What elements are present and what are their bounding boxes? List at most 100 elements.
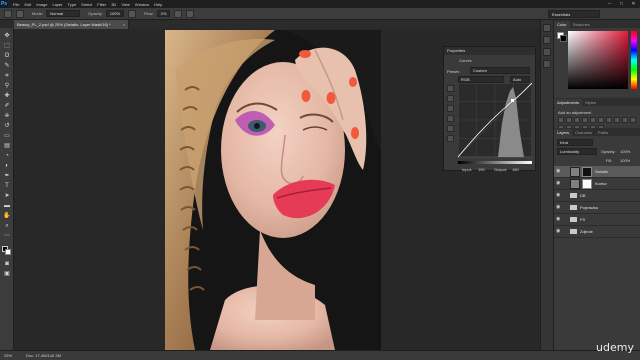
group-name[interactable]: Zdjecie: [580, 226, 593, 238]
hand-tool-icon[interactable]: ✋: [3, 212, 11, 220]
layer-group-row[interactable]: ◉ FS: [554, 214, 640, 226]
menu-layer[interactable]: Layer: [52, 2, 62, 7]
lasso-tool-icon[interactable]: ʘ: [3, 52, 11, 60]
background-color-swatch[interactable]: [5, 249, 11, 255]
menu-filter[interactable]: Filter: [97, 2, 106, 7]
opacity-field[interactable]: 100%: [105, 10, 125, 17]
layer-mask-thumbnail[interactable]: [582, 167, 592, 177]
menu-file[interactable]: File: [13, 2, 19, 7]
visibility-eye-icon[interactable]: ◉: [556, 193, 561, 198]
menu-help[interactable]: Help: [154, 2, 162, 7]
tab-layers[interactable]: Layers: [554, 129, 573, 136]
visibility-eye-icon[interactable]: ◉: [556, 205, 561, 210]
fill-value[interactable]: 100%: [620, 158, 630, 163]
character-panel-icon[interactable]: [543, 60, 551, 68]
history-panel-icon[interactable]: [543, 24, 551, 32]
auto-button[interactable]: Auto: [510, 76, 530, 83]
layer-name[interactable]: Swiatlo: [595, 166, 608, 178]
hue-slider[interactable]: [631, 31, 637, 89]
levels-icon[interactable]: [566, 117, 572, 123]
curve-point-icon[interactable]: [447, 125, 454, 132]
vibrance-icon[interactable]: [590, 117, 596, 123]
color-picker-field[interactable]: [568, 31, 628, 89]
eyedropper-tool-icon[interactable]: ⚲: [3, 82, 11, 90]
tab-swatches[interactable]: Swatches: [570, 21, 593, 28]
screen-mode-icon[interactable]: ▣: [3, 270, 11, 278]
curves-graph[interactable]: [458, 83, 532, 203]
workspace-select[interactable]: Essentials: [548, 10, 600, 18]
tab-adjustments[interactable]: Adjustments: [554, 99, 583, 106]
flow-field[interactable]: 2%: [156, 10, 171, 17]
layer-kind-filter[interactable]: Kind: [557, 139, 593, 146]
menu-window[interactable]: Window: [135, 2, 149, 7]
layer-mask-thumbnail[interactable]: [582, 179, 592, 189]
channel-mixer-icon[interactable]: [630, 117, 636, 123]
crop-tool-icon[interactable]: ⌗: [3, 72, 11, 80]
clone-stamp-tool-icon[interactable]: ⎈: [3, 112, 11, 120]
menu-view[interactable]: View: [121, 2, 130, 7]
group-name[interactable]: Poprawka: [580, 202, 598, 214]
brightness-contrast-icon[interactable]: [558, 117, 564, 123]
photo-filter-icon[interactable]: [622, 117, 628, 123]
blur-tool-icon[interactable]: ◔: [3, 152, 11, 160]
marquee-tool-icon[interactable]: ⬚: [3, 42, 11, 50]
gray-point-eyedropper-icon[interactable]: [447, 105, 454, 112]
zoom-level[interactable]: 25%: [4, 353, 12, 358]
menu-edit[interactable]: Edit: [24, 2, 31, 7]
pressure-size-icon[interactable]: [186, 9, 195, 18]
pressure-opacity-icon[interactable]: [128, 9, 137, 18]
eraser-tool-icon[interactable]: ▭: [3, 132, 11, 140]
mode-select[interactable]: Normal: [46, 10, 81, 17]
black-point-eyedropper-icon[interactable]: [447, 95, 454, 102]
input-value[interactable]: 190: [478, 167, 485, 172]
target-adjust-icon[interactable]: [447, 85, 454, 92]
layer-row[interactable]: ◉ Swiatlo: [554, 166, 640, 178]
color-background-swatch[interactable]: [560, 35, 567, 42]
menu-select[interactable]: Select: [81, 2, 92, 7]
quick-select-tool-icon[interactable]: ✎: [3, 62, 11, 70]
gradient-tool-icon[interactable]: ▤: [3, 142, 11, 150]
layer-name[interactable]: Kontur: [595, 178, 607, 190]
color-balance-icon[interactable]: [606, 117, 612, 123]
output-value[interactable]: 180: [512, 167, 519, 172]
curves-icon[interactable]: [574, 117, 580, 123]
tab-channels[interactable]: Channels: [572, 129, 595, 136]
group-name[interactable]: DB: [580, 190, 586, 202]
channel-select[interactable]: RGB: [458, 76, 504, 83]
brush-panel-icon[interactable]: [543, 48, 551, 56]
layer-group-row[interactable]: ◉ Poprawka: [554, 202, 640, 214]
path-select-tool-icon[interactable]: ➤: [3, 192, 11, 200]
visibility-eye-icon[interactable]: ◉: [556, 169, 561, 174]
history-brush-tool-icon[interactable]: ↺: [3, 122, 11, 130]
properties-panel-icon[interactable]: [543, 36, 551, 44]
pencil-curve-icon[interactable]: [447, 135, 454, 142]
healing-brush-tool-icon[interactable]: ✚: [3, 92, 11, 100]
document-image[interactable]: [165, 30, 381, 350]
menu-image[interactable]: Image: [36, 2, 47, 7]
zoom-tool-icon[interactable]: ⌕: [3, 222, 11, 230]
brush-panel-icon[interactable]: [16, 9, 24, 18]
layer-row[interactable]: ◉ Kontur: [554, 178, 640, 190]
brush-preset-icon[interactable]: [4, 9, 12, 18]
blend-mode-select[interactable]: Luminosity: [557, 148, 597, 155]
layer-group-row[interactable]: ◉ Zdjecie: [554, 226, 640, 238]
close-tab-icon[interactable]: ×: [123, 20, 125, 29]
document-tab[interactable]: Beauty_PL_2.psd @ 25% (Swiatlo, Layer Ma…: [14, 20, 129, 29]
layer-opacity-value[interactable]: 100%: [620, 149, 630, 154]
tab-styles[interactable]: Styles: [582, 99, 599, 106]
preset-select[interactable]: Custom: [470, 67, 530, 74]
pen-tool-icon[interactable]: ✒: [3, 172, 11, 180]
group-name[interactable]: FS: [580, 214, 585, 226]
maximize-button[interactable]: □: [617, 1, 626, 7]
move-tool-icon[interactable]: ✥: [3, 32, 11, 40]
tab-paths[interactable]: Paths: [595, 129, 611, 136]
quick-mask-icon[interactable]: ◙: [3, 260, 11, 268]
tab-color[interactable]: Color: [554, 21, 570, 28]
type-tool-icon[interactable]: T: [3, 182, 11, 190]
white-point-eyedropper-icon[interactable]: [447, 115, 454, 122]
close-button[interactable]: ✕: [629, 1, 638, 7]
visibility-eye-icon[interactable]: ◉: [556, 181, 561, 186]
menu-3d[interactable]: 3D: [111, 2, 116, 7]
shape-tool-icon[interactable]: ▬: [3, 202, 11, 210]
layer-group-row[interactable]: ◉ DB: [554, 190, 640, 202]
